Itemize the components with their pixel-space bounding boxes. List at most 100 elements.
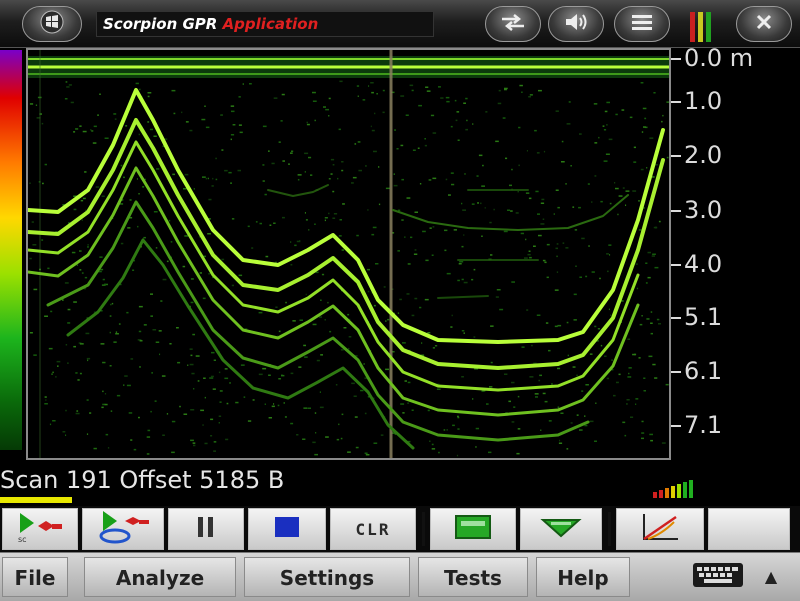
noise-speck [75, 412, 80, 415]
noise-speck [640, 82, 644, 84]
graph-button[interactable] [616, 508, 704, 550]
noise-speck [114, 118, 117, 120]
noise-speck [262, 180, 265, 182]
noise-speck [374, 112, 376, 115]
noise-speck [575, 265, 577, 267]
noise-speck [626, 399, 630, 401]
noise-speck [543, 150, 546, 153]
collapse-view-button[interactable] [520, 508, 602, 550]
start-scan-save-button[interactable] [82, 508, 164, 550]
noise-speck [110, 303, 112, 306]
noise-speck [109, 365, 112, 367]
noise-speck [343, 327, 347, 329]
color-scale-bar [0, 50, 22, 450]
noise-speck [149, 128, 153, 131]
noise-speck [475, 427, 479, 430]
noise-speck [507, 209, 510, 211]
noise-speck [101, 406, 104, 409]
noise-speck [431, 443, 434, 446]
noise-speck [290, 422, 294, 425]
volume-button[interactable] [548, 6, 604, 42]
list-button[interactable] [614, 6, 670, 42]
noise-speck [193, 188, 195, 190]
noise-speck [649, 137, 654, 139]
noise-speck [104, 403, 108, 406]
caret-up-icon[interactable]: ▲ [760, 559, 782, 595]
noise-speck [594, 175, 597, 177]
noise-speck [97, 114, 99, 116]
noise-speck [81, 219, 83, 221]
noise-speck [511, 168, 513, 171]
noise-speck [453, 229, 457, 231]
noise-speck [496, 289, 501, 291]
noise-speck [81, 272, 84, 274]
noise-speck [193, 444, 196, 447]
clear-button-label: CLR [355, 519, 391, 539]
menu-settings[interactable]: Settings [244, 557, 410, 597]
keyboard-button[interactable] [688, 559, 748, 595]
noise-speck [463, 102, 466, 104]
noise-speck [195, 355, 200, 357]
noise-speck [593, 103, 598, 105]
noise-speck [579, 133, 582, 135]
toolbar-empty-button[interactable] [708, 508, 790, 550]
noise-speck [62, 431, 66, 433]
svg-text:sc: sc [18, 535, 27, 544]
display-window-button[interactable] [430, 508, 516, 550]
noise-speck [348, 347, 350, 350]
noise-speck [628, 372, 630, 375]
clear-button[interactable]: CLR [330, 508, 416, 550]
depth-tick [671, 371, 681, 373]
noise-speck [505, 157, 508, 160]
noise-speck [427, 409, 430, 412]
noise-speck [238, 274, 243, 277]
noise-speck [156, 168, 160, 170]
noise-speck [473, 336, 476, 338]
noise-speck [558, 442, 563, 444]
toolbar-separator [608, 512, 611, 546]
menu-tests[interactable]: Tests [418, 557, 528, 597]
noise-speck [73, 131, 76, 133]
noise-speck [427, 332, 431, 334]
noise-speck [182, 265, 186, 268]
menu-help[interactable]: Help [536, 557, 630, 597]
noise-speck [581, 390, 584, 392]
noise-speck [638, 200, 640, 202]
stop-button[interactable] [248, 508, 326, 550]
noise-speck [555, 189, 559, 191]
noise-speck [538, 379, 541, 382]
noise-speck [529, 94, 533, 96]
start-scan-button[interactable]: sc [2, 508, 78, 550]
menu-analyze[interactable]: Analyze [84, 557, 236, 597]
pause-button[interactable] [168, 508, 244, 550]
noise-speck [488, 451, 492, 454]
noise-speck [554, 325, 558, 328]
noise-speck [382, 111, 385, 114]
noise-speck [351, 182, 354, 184]
noise-speck [126, 384, 131, 387]
noise-speck [538, 89, 542, 92]
noise-speck [235, 401, 239, 404]
connectivity-button[interactable] [485, 6, 541, 42]
noise-speck [312, 441, 316, 444]
app-title-red: Application [222, 15, 319, 33]
noise-speck [100, 268, 104, 271]
noise-speck [319, 316, 322, 318]
noise-speck [52, 371, 54, 374]
depth-tick [671, 58, 681, 60]
noise-speck [297, 174, 302, 176]
windows-start-button[interactable] [22, 6, 82, 42]
noise-speck [411, 409, 414, 411]
noise-speck [224, 368, 228, 370]
noise-speck [139, 340, 143, 342]
gpr-radargram[interactable] [26, 48, 671, 460]
noise-speck [650, 439, 653, 442]
menu-file[interactable]: File [2, 557, 68, 597]
noise-speck [591, 271, 595, 273]
noise-speck [367, 209, 369, 211]
noise-speck [385, 187, 390, 190]
noise-speck [324, 319, 326, 321]
close-button[interactable] [736, 6, 792, 42]
noise-speck [457, 139, 460, 141]
noise-speck [232, 124, 236, 126]
